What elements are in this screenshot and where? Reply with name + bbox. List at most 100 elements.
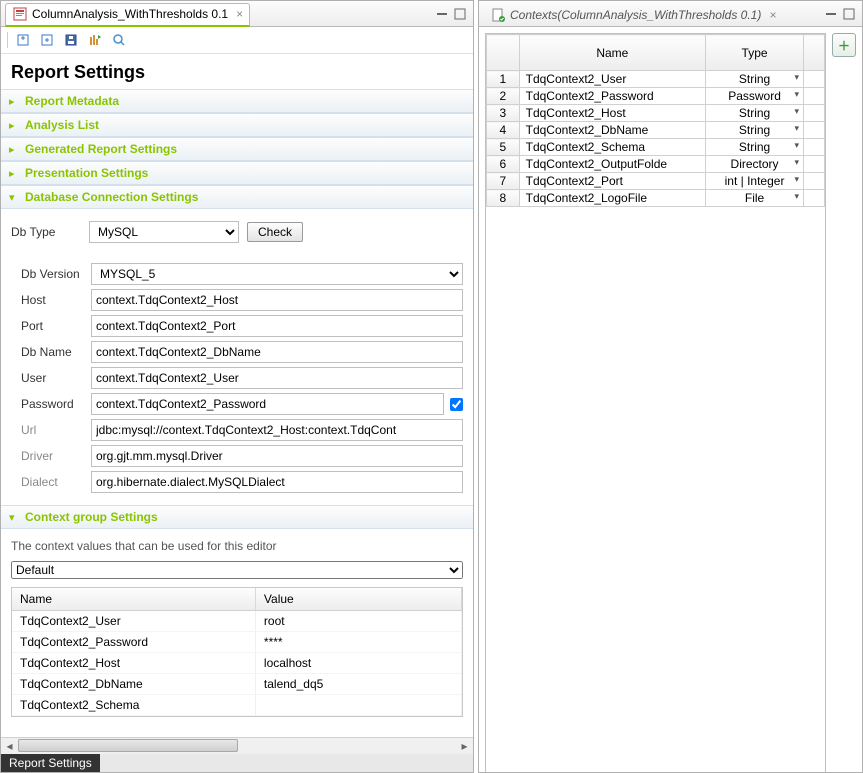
cell-type[interactable]: String — [706, 122, 804, 139]
table-row[interactable]: 1TdqContext2_UserString — [487, 71, 825, 88]
contexts-table: Name Type 1TdqContext2_UserString2TdqCon… — [486, 34, 825, 207]
dbtype-select[interactable]: MySQL — [89, 221, 239, 243]
cell-type[interactable]: Directory — [706, 156, 804, 173]
collapse-icon[interactable] — [14, 31, 32, 49]
driver-input[interactable] — [91, 445, 463, 467]
table-row[interactable]: TdqContext2_Hostlocalhost — [12, 653, 462, 674]
cell-type[interactable]: String — [706, 139, 804, 156]
table-row[interactable]: TdqContext2_Schema — [12, 695, 462, 716]
page-title: Report Settings — [1, 54, 473, 89]
minimize-icon[interactable] — [822, 5, 840, 23]
cell-extra — [803, 173, 824, 190]
url-input[interactable] — [91, 419, 463, 441]
cell-name: TdqContext2_OutputFolde — [519, 156, 705, 173]
table-row[interactable]: 5TdqContext2_SchemaString — [487, 139, 825, 156]
dbversion-select[interactable]: MYSQL_5 — [91, 263, 463, 285]
cell-type[interactable]: Password — [706, 88, 804, 105]
cell-extra — [803, 122, 824, 139]
chevron-right-icon: ▸ — [9, 143, 19, 156]
scroll-right-icon[interactable]: ▸ — [456, 738, 473, 755]
table-row[interactable]: TdqContext2_Userroot — [12, 611, 462, 632]
close-icon[interactable]: × — [236, 7, 243, 21]
save-icon[interactable] — [62, 31, 80, 49]
contexts-table-wrap: Name Type 1TdqContext2_UserString2TdqCon… — [485, 33, 826, 772]
chevron-right-icon: ▸ — [9, 119, 19, 132]
h-scrollbar[interactable]: ◂ ▸ — [1, 737, 473, 754]
table-row[interactable]: 2TdqContext2_PasswordPassword — [487, 88, 825, 105]
db-connection-body: Db Type MySQL Check Db VersionMYSQL_5 Ho… — [1, 209, 473, 505]
chevron-right-icon: ▸ — [9, 167, 19, 180]
port-input[interactable] — [91, 315, 463, 337]
cell-name: TdqContext2_Password — [519, 88, 705, 105]
maximize-icon[interactable] — [451, 5, 469, 23]
cell-extra — [803, 156, 824, 173]
col-extra[interactable] — [803, 35, 824, 71]
cell-name: TdqContext2_Host — [519, 105, 705, 122]
cell-type[interactable]: String — [706, 105, 804, 122]
cell-type[interactable]: String — [706, 71, 804, 88]
password-toggle[interactable] — [450, 398, 463, 411]
cell-value — [256, 695, 462, 716]
cell-type[interactable]: int | Integer — [706, 173, 804, 190]
cell-num: 5 — [487, 139, 520, 156]
col-name[interactable]: Name — [519, 35, 705, 71]
report-settings-panel: ColumnAnalysis_WithThresholds 0.1 × Repo… — [0, 0, 474, 773]
scroll-left-icon[interactable]: ◂ — [1, 738, 18, 755]
col-type[interactable]: Type — [706, 35, 804, 71]
close-icon[interactable]: × — [769, 8, 776, 22]
tab-column-analysis[interactable]: ColumnAnalysis_WithThresholds 0.1 × — [5, 3, 250, 27]
report-icon — [12, 6, 28, 22]
run-all-icon[interactable] — [86, 31, 104, 49]
context-group-body: The context values that can be used for … — [1, 529, 473, 725]
col-value[interactable]: Value — [256, 588, 462, 610]
cell-extra — [803, 88, 824, 105]
cell-name: TdqContext2_DbName — [12, 674, 256, 695]
table-row[interactable]: 4TdqContext2_DbNameString — [487, 122, 825, 139]
cell-num: 6 — [487, 156, 520, 173]
section-presentation[interactable]: ▸Presentation Settings — [1, 161, 473, 185]
col-name[interactable]: Name — [12, 588, 256, 610]
section-db-connection[interactable]: ▾Database Connection Settings — [1, 185, 473, 209]
col-num[interactable] — [487, 35, 520, 71]
scroll-thumb[interactable] — [18, 739, 238, 752]
cell-type[interactable]: File — [706, 190, 804, 207]
dbtype-label: Db Type — [11, 225, 81, 239]
table-row[interactable]: 7TdqContext2_Portint | Integer — [487, 173, 825, 190]
host-input[interactable] — [91, 289, 463, 311]
section-analysis-list[interactable]: ▸Analysis List — [1, 113, 473, 137]
maximize-icon[interactable] — [840, 5, 858, 23]
table-row[interactable]: 8TdqContext2_LogoFileFile — [487, 190, 825, 207]
cell-name: TdqContext2_User — [12, 611, 256, 632]
table-row[interactable]: TdqContext2_DbNametalend_dq5 — [12, 674, 462, 695]
minimize-icon[interactable] — [433, 5, 451, 23]
tab-label: ColumnAnalysis_WithThresholds 0.1 — [32, 7, 228, 21]
table-row[interactable]: 6TdqContext2_OutputFoldeDirectory — [487, 156, 825, 173]
cell-num: 7 — [487, 173, 520, 190]
left-scroll-body[interactable]: Report Settings ▸Report Metadata ▸Analys… — [1, 54, 473, 737]
table-row[interactable]: TdqContext2_Password**** — [12, 632, 462, 653]
check-button[interactable]: Check — [247, 222, 303, 242]
section-report-metadata[interactable]: ▸Report Metadata — [1, 89, 473, 113]
context-select[interactable]: Default — [11, 561, 463, 579]
contexts-panel: Contexts(ColumnAnalysis_WithThresholds 0… — [478, 0, 863, 773]
section-generated-report[interactable]: ▸Generated Report Settings — [1, 137, 473, 161]
password-input[interactable] — [91, 393, 444, 415]
user-label: User — [21, 371, 91, 385]
cell-extra — [803, 139, 824, 156]
cell-name: TdqContext2_DbName — [519, 122, 705, 139]
user-input[interactable] — [91, 367, 463, 389]
zoom-icon[interactable] — [110, 31, 128, 49]
dialect-input[interactable] — [91, 471, 463, 493]
expand-icon[interactable] — [38, 31, 56, 49]
tab-contexts[interactable]: Contexts(ColumnAnalysis_WithThresholds 0… — [483, 3, 783, 27]
url-label: Url — [21, 423, 91, 437]
password-label: Password — [21, 397, 91, 411]
cell-num: 3 — [487, 105, 520, 122]
section-context-group[interactable]: ▾Context group Settings — [1, 505, 473, 529]
cell-name: TdqContext2_Port — [519, 173, 705, 190]
context-values-grid: Name Value TdqContext2_UserrootTdqContex… — [11, 587, 463, 717]
bottom-tab-report-settings[interactable]: Report Settings — [1, 754, 100, 772]
table-row[interactable]: 3TdqContext2_HostString — [487, 105, 825, 122]
dbname-input[interactable] — [91, 341, 463, 363]
add-context-button[interactable]: ＋ — [832, 33, 856, 57]
